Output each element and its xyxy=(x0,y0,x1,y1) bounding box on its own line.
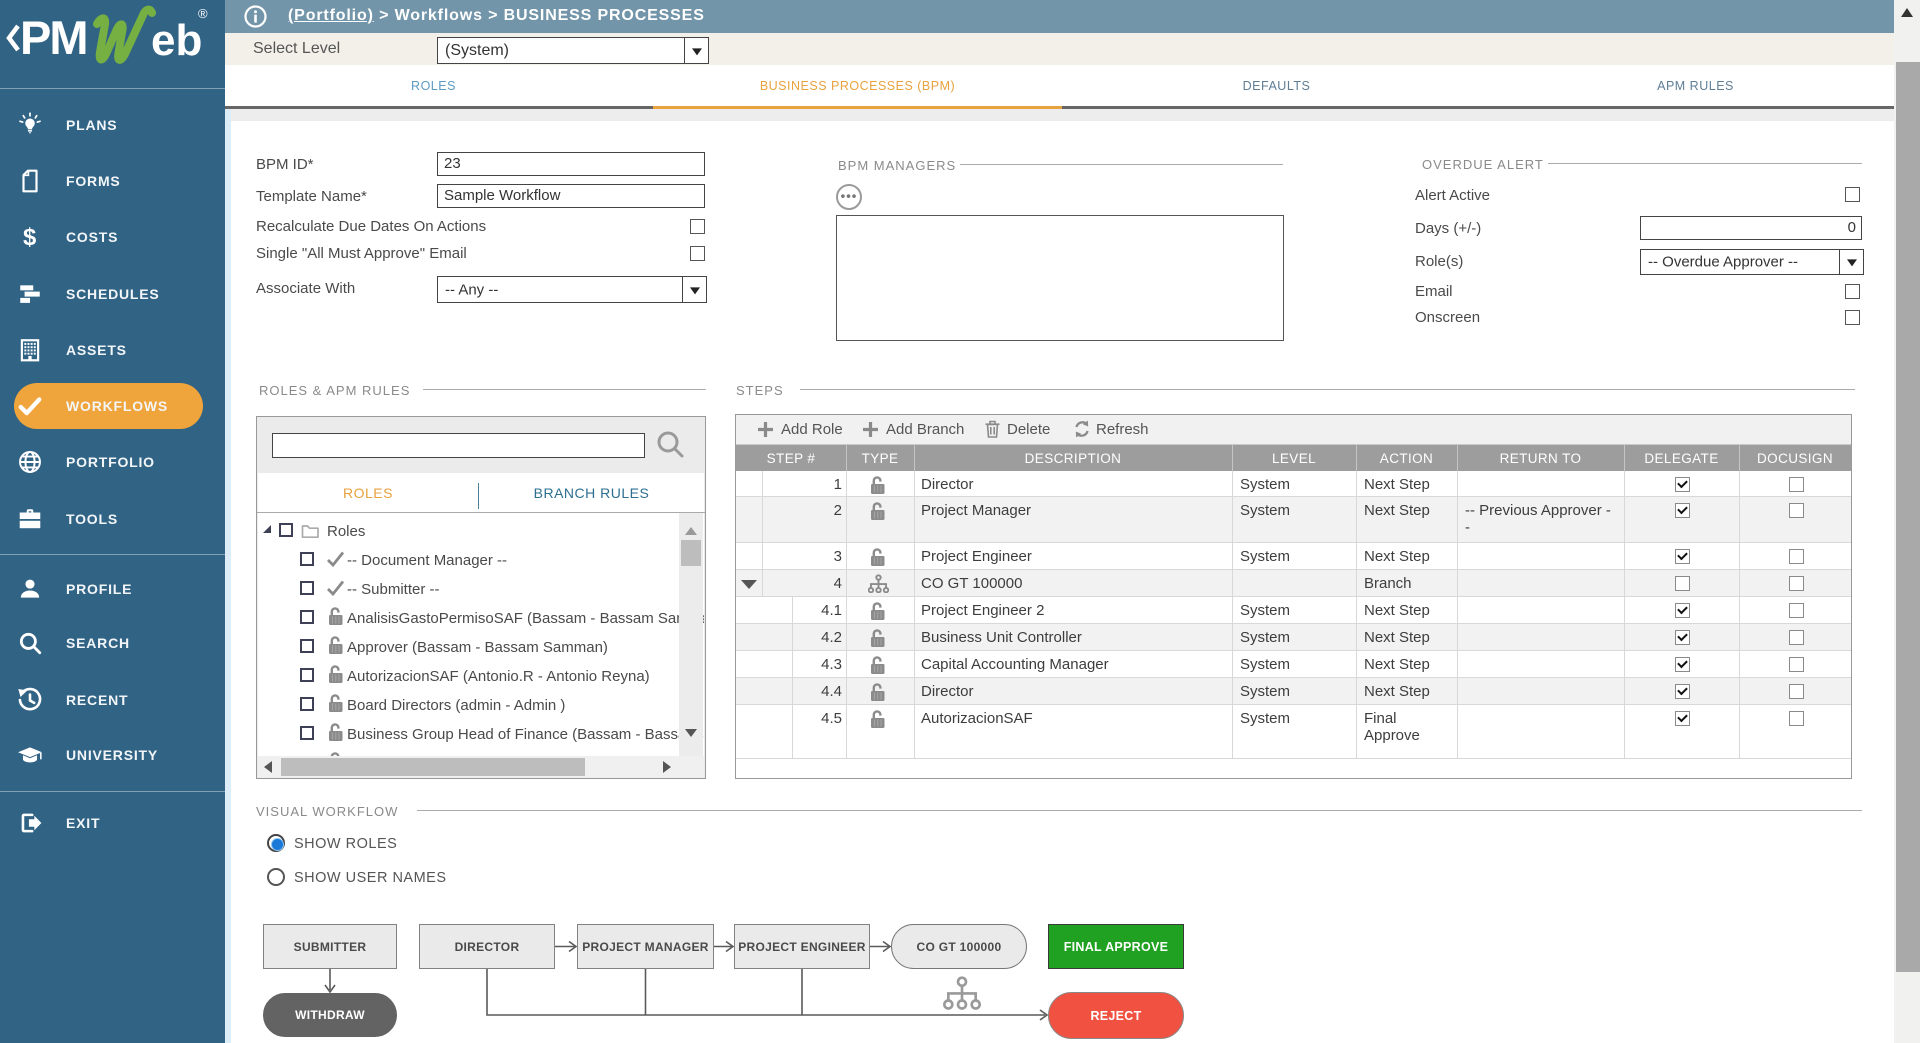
svg-text:$: $ xyxy=(23,224,37,250)
